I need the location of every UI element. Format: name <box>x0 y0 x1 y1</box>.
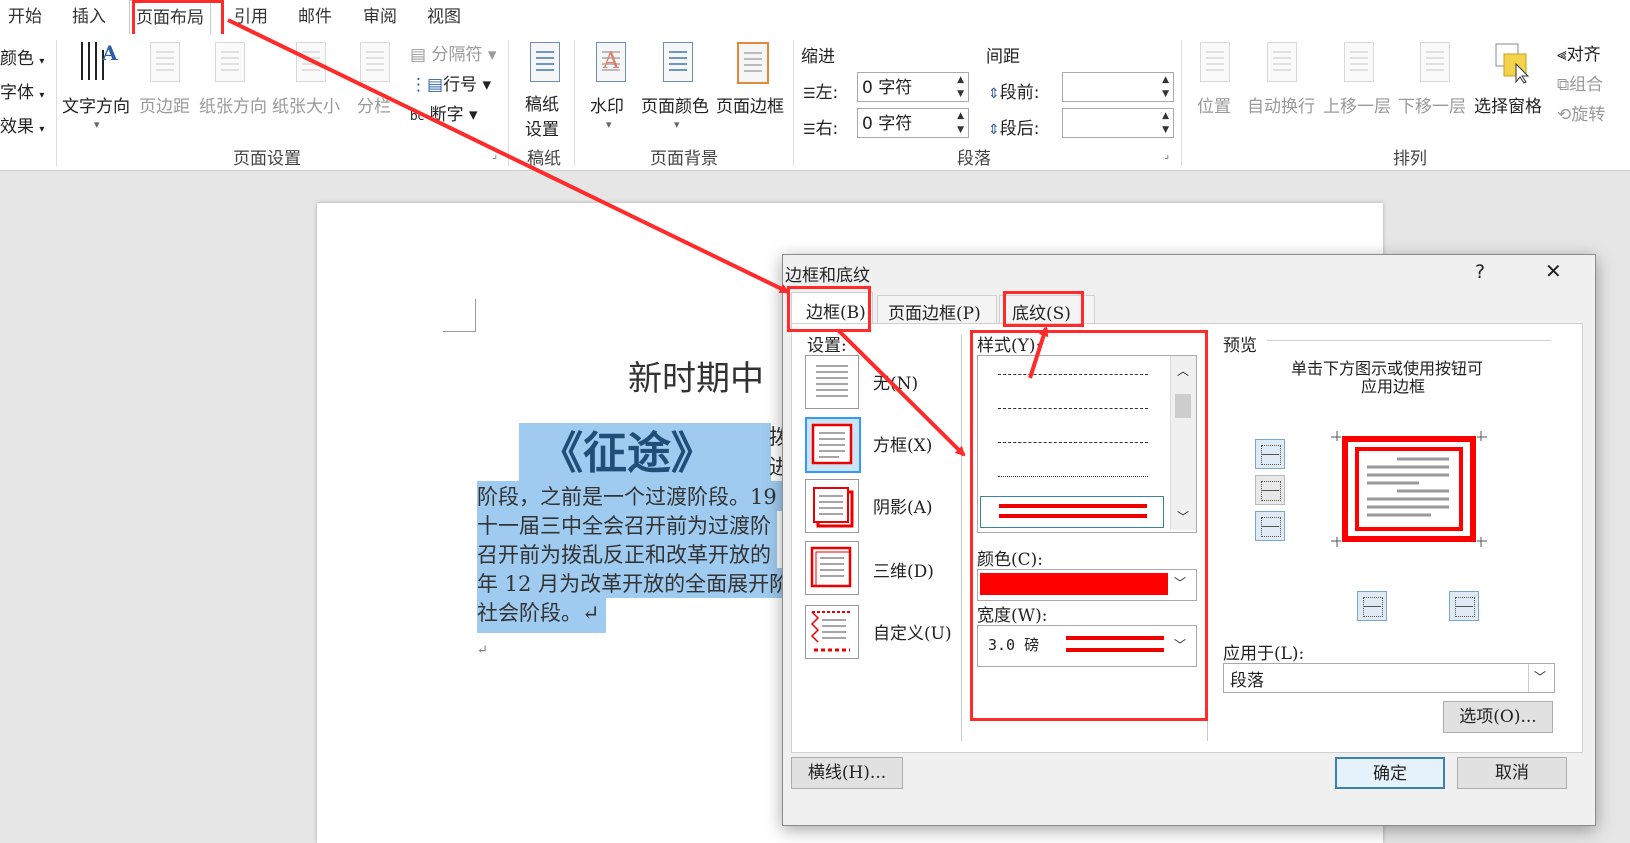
arrow-to-style-options <box>836 328 966 457</box>
arrow-to-borders-tab <box>227 18 790 294</box>
annotation-arrows <box>227 18 1049 457</box>
arrow-to-shading-tab <box>1028 326 1049 379</box>
